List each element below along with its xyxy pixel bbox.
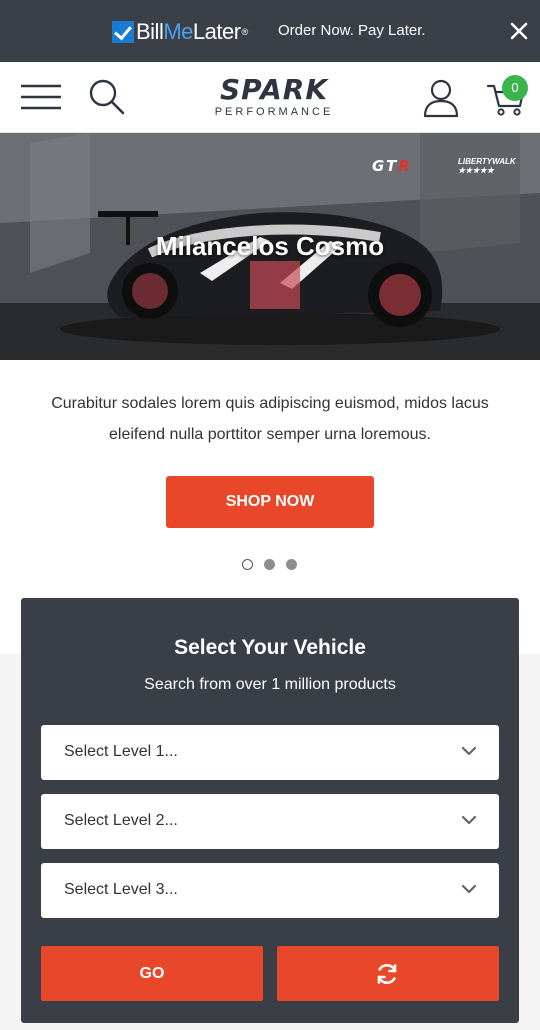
carousel-dots bbox=[240, 557, 302, 571]
vehicle-selector-subtitle: Search from over 1 million products bbox=[144, 676, 396, 693]
promo-bar: Bill Me Later ® Order Now. Pay Later. bbox=[0, 0, 540, 62]
libertywalk-line1: LIBERTYWALK bbox=[458, 157, 516, 166]
hero-banner[interactable]: GTR LIBERTYWALK ★★★★★ Milancelos Cosmo bbox=[0, 133, 540, 360]
select-level-2[interactable]: Select Level 2... bbox=[41, 794, 499, 849]
go-button[interactable]: GO bbox=[41, 946, 263, 1001]
brand-tagline: PERFORMANCE bbox=[214, 106, 334, 118]
libertywalk-logo: LIBERTYWALK ★★★★★ bbox=[458, 157, 516, 175]
gtr-logo-right: R bbox=[398, 157, 412, 175]
account-icon[interactable] bbox=[422, 78, 460, 118]
slide-description: Curabitur sodales lorem quis adipiscing … bbox=[51, 395, 489, 443]
cart-count-badge: 0 bbox=[502, 75, 528, 101]
vehicle-selector-title: Select Your Vehicle bbox=[174, 636, 366, 659]
billmelater-logo: Bill Me Later ® bbox=[112, 18, 248, 46]
select-level-2-label: Select Level 2... bbox=[64, 812, 178, 829]
site-header: SPARK PERFORMANCE bbox=[0, 62, 540, 133]
libertywalk-line2: ★★★★★ bbox=[458, 166, 494, 175]
search-icon[interactable] bbox=[88, 78, 126, 116]
logo-text-later: Later bbox=[192, 19, 241, 44]
chevron-down-icon bbox=[461, 815, 477, 825]
select-level-3[interactable]: Select Level 3... bbox=[41, 863, 499, 918]
hamburger-menu-icon[interactable] bbox=[20, 82, 62, 112]
refresh-icon bbox=[377, 963, 397, 985]
select-level-1-label: Select Level 1... bbox=[64, 743, 178, 760]
checkbox-logo-icon bbox=[112, 21, 134, 43]
carousel-dot-1[interactable] bbox=[242, 559, 253, 570]
close-icon[interactable] bbox=[506, 18, 532, 44]
shop-now-button[interactable]: SHOP NOW bbox=[166, 476, 374, 528]
registered-mark: ® bbox=[241, 27, 249, 37]
chevron-down-icon bbox=[461, 884, 477, 894]
carousel-dot-3[interactable] bbox=[286, 559, 297, 570]
brand-logo[interactable]: SPARK PERFORMANCE bbox=[188, 76, 360, 120]
carousel-dot-2[interactable] bbox=[264, 559, 275, 570]
gtr-logo-left: GT bbox=[372, 157, 399, 175]
logo-text-me: Me bbox=[163, 19, 193, 44]
hero-title: Milancelos Cosmo bbox=[155, 231, 385, 261]
vehicle-selector-panel: Select Your Vehicle Search from over 1 m… bbox=[21, 598, 519, 1023]
select-level-3-label: Select Level 3... bbox=[64, 881, 178, 898]
chevron-down-icon bbox=[461, 746, 477, 756]
select-level-1[interactable]: Select Level 1... bbox=[41, 725, 499, 780]
brand-name: SPARK bbox=[219, 73, 329, 106]
reset-button[interactable] bbox=[277, 946, 499, 1001]
logo-text-bill: Bill bbox=[136, 19, 164, 44]
promo-text: Order Now. Pay Later. bbox=[278, 22, 426, 39]
gtr-logo: GTR bbox=[372, 157, 412, 175]
